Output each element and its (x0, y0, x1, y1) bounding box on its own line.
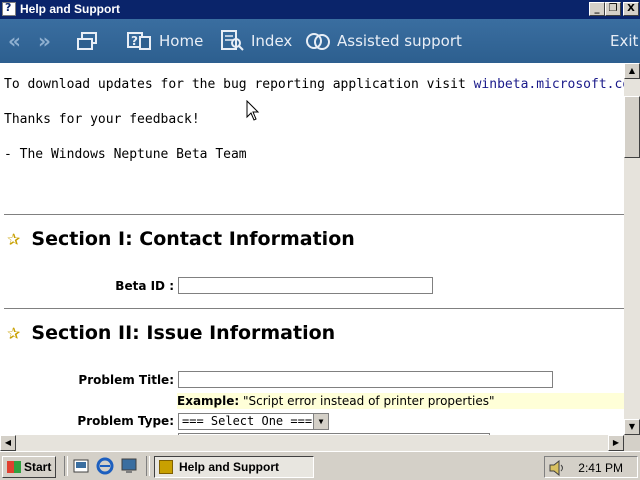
example-hint: Example: "Script error instead of printe… (177, 393, 624, 409)
task-help-and-support[interactable]: Help and Support (154, 456, 314, 478)
problem-type-select[interactable]: === Select One === ▼ (178, 413, 329, 430)
taskbar: Start Help and Support 2:41 PM (0, 451, 640, 480)
scroll-thumb[interactable] (624, 96, 640, 158)
bugrep-link[interactable]: winbeta.microsoft.com/bugrep (474, 77, 624, 92)
close-button[interactable]: X (623, 2, 639, 16)
forward-button[interactable]: » (38, 19, 51, 63)
start-button[interactable]: Start (2, 456, 56, 478)
clock[interactable]: 2:41 PM (578, 461, 623, 475)
back-button[interactable]: « (8, 19, 21, 63)
assisted-support-icon (306, 33, 330, 50)
show-desktop-icon[interactable] (72, 457, 90, 475)
problem-title-label: Problem Title: (78, 373, 174, 387)
index-icon (221, 30, 244, 51)
scroll-corner (624, 435, 640, 451)
windows-view-button[interactable] (76, 19, 102, 63)
help-app-icon (159, 460, 173, 474)
beta-id-input[interactable] (178, 277, 433, 294)
svg-text:?: ? (131, 34, 138, 48)
section1-title: Section I: Contact Information (31, 228, 355, 250)
index-label: Index (251, 32, 293, 50)
scroll-up-button[interactable]: ▲ (624, 63, 640, 79)
divider (4, 214, 624, 215)
help-home-icon: ? (127, 32, 151, 50)
toolbar-divider (146, 456, 150, 476)
scroll-left-button[interactable]: ◀ (0, 435, 16, 451)
star-icon: ✰ (7, 229, 21, 249)
help-content: To download updates for the bug reportin… (0, 63, 624, 435)
toolbar-divider (64, 456, 68, 476)
system-tray: 2:41 PM (544, 456, 638, 478)
start-label: Start (24, 460, 52, 474)
exit-button[interactable]: Exit (610, 19, 638, 63)
window-title: Help and Support (20, 2, 120, 16)
nav-bar: « » ? Home Index Assisted support Exit (0, 19, 640, 63)
horizontal-scrollbar[interactable]: ◀ ▶ (0, 435, 624, 451)
mouse-cursor-icon (246, 100, 260, 121)
scroll-down-button[interactable]: ▼ (624, 419, 640, 435)
thanks-text: Thanks for your feedback! (4, 112, 200, 127)
desktop-icon[interactable] (120, 457, 138, 475)
assisted-support-button[interactable]: Assisted support (305, 19, 462, 63)
download-paragraph: To download updates for the bug reportin… (4, 77, 624, 92)
vertical-scrollbar[interactable]: ▲ ▼ (624, 63, 640, 435)
star-icon: ✰ (7, 323, 21, 343)
assisted-support-label: Assisted support (337, 32, 462, 50)
index-button[interactable]: Index (221, 19, 292, 63)
download-text: To download updates for the bug reportin… (4, 77, 474, 92)
beta-id-label: Beta ID : (115, 279, 174, 293)
problem-type-value: === Select One === (182, 414, 313, 428)
windows-logo-icon (7, 461, 21, 473)
problem-title-input[interactable] (178, 371, 553, 388)
minimize-button[interactable]: _ (589, 2, 605, 16)
title-bar: Help and Support _ ❐ X (0, 0, 640, 19)
speaker-icon[interactable] (549, 460, 567, 476)
section2-heading: ✰ Section II: Issue Information (7, 322, 335, 344)
internet-explorer-icon[interactable] (96, 457, 114, 475)
section2-title: Section II: Issue Information (31, 322, 336, 344)
help-icon (2, 1, 16, 16)
home-label: Home (159, 32, 204, 50)
problem-type-label: Problem Type: (77, 414, 174, 428)
section1-heading: ✰ Section I: Contact Information (7, 228, 355, 250)
example-text: "Script error instead of printer propert… (239, 394, 495, 408)
signature-text: - The Windows Neptune Beta Team (4, 147, 247, 162)
scroll-right-button[interactable]: ▶ (608, 435, 624, 451)
restore-button[interactable]: ❐ (605, 2, 621, 16)
task-label: Help and Support (179, 460, 279, 474)
home-button[interactable]: ? Home (127, 19, 203, 63)
overlapping-windows-icon (77, 32, 97, 50)
example-label: Example: (177, 394, 240, 408)
chevron-down-icon[interactable]: ▼ (313, 414, 328, 429)
divider (4, 308, 624, 309)
